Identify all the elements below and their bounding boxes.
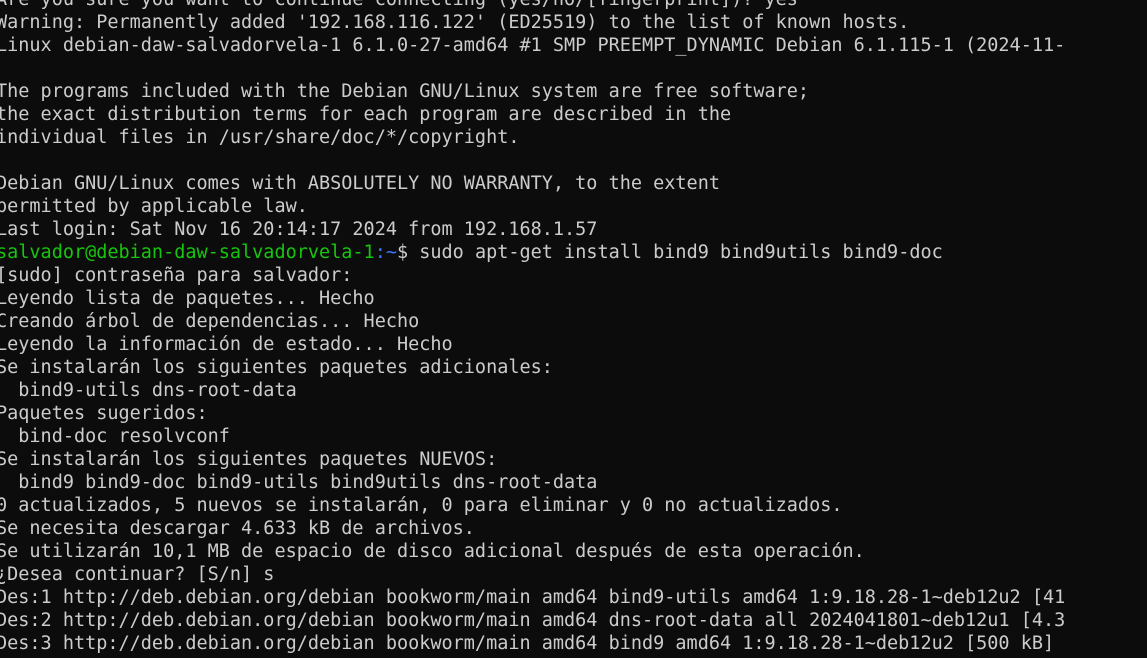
output-line: Des:2 http://deb.debian.org/debian bookw… [0,610,1066,631]
output-line: bind9-utils dns-root-data [0,380,297,401]
terminal-window[interactable]: Are you sure you want to continue connec… [0,0,1147,658]
output-line: bind9 bind9-doc bind9-utils bind9utils d… [0,472,598,493]
command-text: sudo apt-get install bind9 bind9utils bi… [408,242,943,263]
prompt-line: salvador@debian-daw-salvadorvela-1:~$ su… [0,241,1065,264]
output-line: Se instalarán los siguientes paquetes NU… [0,449,498,470]
prompt-user-host: salvador@debian-daw-salvadorvela-1 [0,242,375,263]
prompt-colon: : [374,242,386,263]
output-line: [sudo] contraseña para salvador: [0,265,353,286]
output-line: The programs included with the Debian GN… [0,81,810,102]
output-line: individual files in /usr/share/doc/*/cop… [0,127,520,148]
output-line: Creando árbol de dependencias... Hecho [0,311,420,332]
output-line: Des:3 http://deb.debian.org/debian bookw… [0,633,1055,654]
output-line: permitted by applicable law. [0,196,308,217]
output-line: Debian GNU/Linux comes with ABSOLUTELY N… [0,173,720,194]
prompt-symbol: $ [396,242,409,263]
output-line: Warning: Permanently added '192.168.116.… [0,12,910,33]
output-line: 0 actualizados, 5 nuevos se instalarán, … [0,495,843,516]
output-line: Linux debian-daw-salvadorvela-1 6.1.0-27… [0,35,1066,56]
output-line: Se utilizarán 10,1 MB de espacio de disc… [0,541,865,562]
output-line: Des:1 http://deb.debian.org/debian bookw… [0,587,1066,608]
output-line: the exact distribution terms for each pr… [0,104,732,125]
output-line: Se instalarán los siguientes paquetes ad… [0,357,553,378]
output-line: Are you sure you want to continue connec… [0,0,1065,11]
prompt-path: ~ [385,242,397,263]
output-line: ¿Desea continuar? [S/n] s [0,564,275,585]
output-line: bind-doc resolvconf [0,426,230,447]
output-line: Se necesita descargar 4.633 kB de archiv… [0,518,475,539]
output-line: Leyendo lista de paquetes... Hecho [0,288,375,309]
terminal-output: Are you sure you want to continue connec… [0,0,1065,655]
output-line: Leyendo la información de estado... Hech… [0,334,453,355]
output-line: Last login: Sat Nov 16 20:14:17 2024 fro… [0,219,598,240]
output-line: Paquetes sugeridos: [0,403,208,424]
